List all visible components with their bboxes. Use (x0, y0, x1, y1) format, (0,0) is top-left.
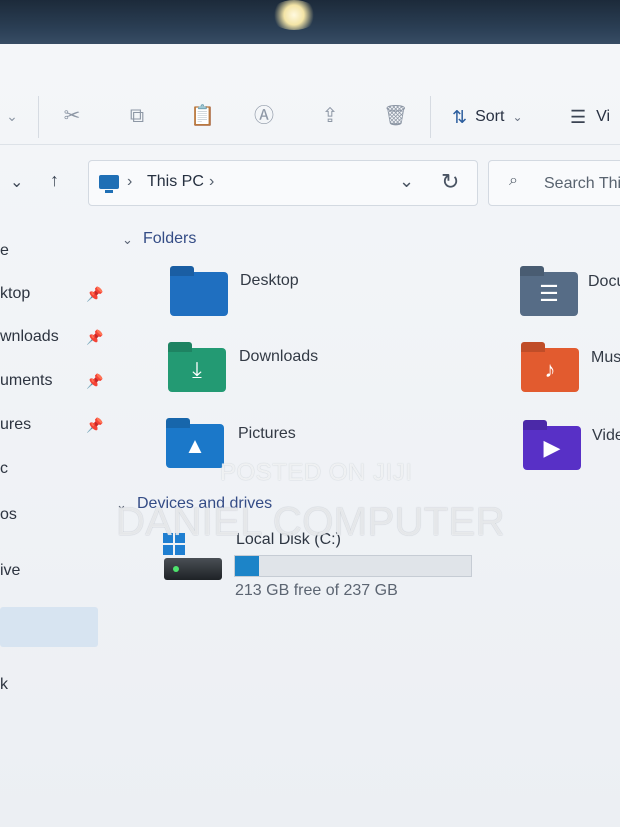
toolbar-separator (430, 96, 431, 138)
sort-label: Sort (475, 108, 505, 125)
pin-icon[interactable]: 📌 (86, 417, 103, 434)
share-icon[interactable]: ⇪ (318, 104, 342, 128)
copy-icon[interactable]: ⧉ (125, 104, 149, 128)
pin-icon[interactable]: 📌 (86, 373, 103, 390)
disk-free-text: 213 GB free of 237 GB (235, 582, 398, 599)
this-pc-icon (99, 175, 119, 193)
chevron-down-icon[interactable]: ⌄ (399, 171, 414, 192)
refresh-icon[interactable]: ↻ (441, 169, 459, 195)
sidebar-item-pictures[interactable]: ures (0, 409, 98, 441)
sidebar-item-videos[interactable]: os (0, 499, 98, 531)
watermark-seller: DANIEL COMPUTER (116, 500, 506, 544)
chevron-down-icon[interactable]: ⌄ (122, 232, 133, 248)
desktop-folder-icon[interactable] (170, 272, 228, 316)
folders-heading[interactable]: Folders (143, 230, 196, 248)
view-label: Vi (596, 108, 611, 125)
watermark-posted-on: POSTED ON JIJI (220, 459, 413, 486)
folder-label-music[interactable]: Mus (591, 349, 620, 367)
folder-label-pictures[interactable]: Pictures (238, 425, 296, 443)
chevron-down-icon[interactable]: ⌄ (10, 172, 23, 192)
sidebar-item-music[interactable]: c (0, 453, 98, 485)
chevron-down-icon: ⌄ (512, 110, 523, 124)
sidebar-item-this-pc[interactable] (0, 611, 98, 643)
chevron-right-icon: › (127, 173, 133, 190)
sort-icon: ⇅ (452, 106, 468, 127)
folder-label-desktop[interactable]: Desktop (240, 272, 299, 290)
videos-folder-icon[interactable]: ▶ (523, 426, 581, 470)
sidebar-item-network[interactable]: k (0, 669, 98, 701)
toolbar-separator (38, 96, 39, 138)
rename-icon[interactable]: Ⓐ (252, 104, 276, 128)
sidebar-item-documents[interactable]: uments (0, 365, 98, 397)
sort-button[interactable]: ⇅ Sort ⌄ (452, 103, 523, 131)
sidebar-item-downloads[interactable]: wnloads (0, 321, 98, 353)
folder-label-documents[interactable]: Docu (588, 273, 620, 291)
documents-folder-icon[interactable]: ☰ (520, 272, 578, 316)
music-folder-icon[interactable]: ♪ (521, 348, 579, 392)
toolbar (0, 44, 620, 145)
search-icon: ⌕ (509, 172, 518, 189)
local-disk-icon[interactable] (164, 558, 222, 580)
view-button[interactable]: ☰ Vi (570, 103, 610, 131)
pin-icon[interactable]: 📌 (86, 286, 103, 303)
disk-usage-fill (235, 556, 259, 576)
sidebar-item-onedrive[interactable]: ive (0, 555, 98, 587)
pin-icon[interactable]: 📌 (86, 329, 103, 346)
folder-label-videos[interactable]: Vide (592, 427, 620, 445)
pictures-folder-icon[interactable]: ▲ (166, 424, 224, 468)
chevron-right-icon[interactable]: › (209, 173, 214, 191)
cut-icon[interactable]: ✂ (60, 104, 84, 128)
downloads-folder-icon[interactable]: ⤓ (168, 348, 226, 392)
folder-label-downloads[interactable]: Downloads (239, 348, 318, 366)
light-glare (270, 0, 318, 30)
up-arrow-icon[interactable]: ↑ (50, 170, 59, 191)
paste-icon[interactable]: 📋 (190, 104, 215, 128)
breadcrumb-this-pc[interactable]: This PC (147, 173, 204, 191)
search-box[interactable]: ⌕ Search This (488, 160, 620, 206)
view-icon: ☰ (570, 106, 587, 127)
sidebar-item-desktop[interactable]: ktop (0, 278, 98, 310)
delete-icon[interactable]: 🗑 (383, 104, 408, 128)
sidebar-item-home[interactable]: e (0, 235, 98, 267)
disk-usage-bar (234, 555, 472, 577)
chevron-down-icon[interactable]: ⌄ (0, 104, 24, 128)
search-placeholder: Search This (544, 175, 620, 192)
address-bar[interactable]: › This PC › ⌄ ↻ (88, 160, 478, 206)
